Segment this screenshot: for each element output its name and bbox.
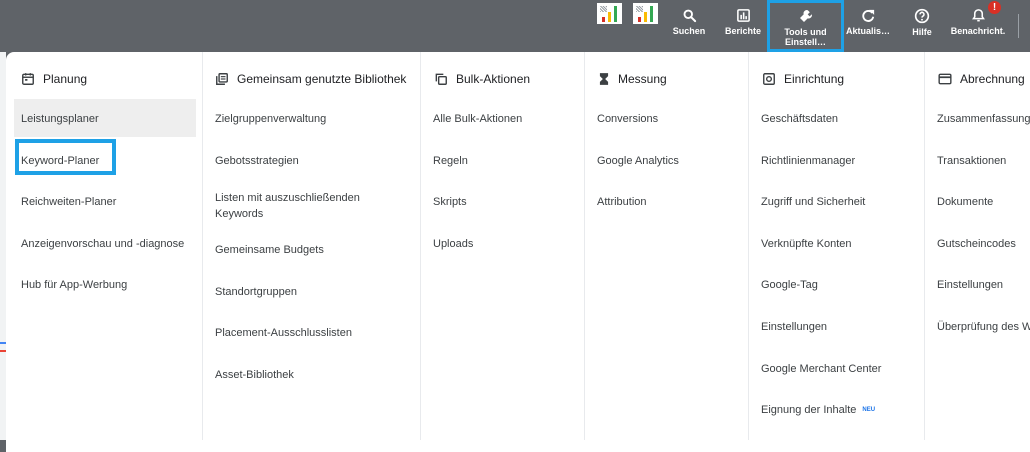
menu-item-zielgruppenverwaltung[interactable]: Zielgruppenverwaltung — [215, 111, 326, 127]
search-button[interactable]: Suchen — [668, 0, 710, 52]
score-widget-2[interactable] — [633, 3, 658, 24]
new-badge: NEU — [862, 407, 876, 413]
bar-red — [602, 17, 605, 22]
tools-label-2: Einstell… — [784, 37, 826, 47]
search-label: Suchen — [672, 26, 706, 36]
menu-column-planung: Planung Leistungsplaner Keyword-Planer R… — [6, 52, 202, 440]
menu-item-ausschluss-keywords[interactable]: Listen mit auszuschließenden Keywords — [215, 190, 385, 222]
notification-badge: ! — [988, 1, 1001, 14]
refresh-label: Aktualis… — [845, 26, 890, 36]
menu-item-zugriff-sicherheit[interactable]: Zugriff und Sicherheit — [761, 194, 865, 210]
reports-button[interactable]: Berichte — [720, 0, 766, 52]
column-header-messung: Messung — [598, 70, 667, 88]
toolbar-divider — [1018, 14, 1019, 38]
menu-column-einrichtung: Einrichtung Geschäftsdaten Richtlinienma… — [748, 52, 925, 440]
menu-column-bulk: Bulk-Aktionen Alle Bulk-Aktionen Regeln … — [420, 52, 585, 440]
menu-item-gemeinsame-budgets[interactable]: Gemeinsame Budgets — [215, 242, 324, 258]
menu-item-app-hub[interactable]: Hub für App-Werbung — [21, 277, 127, 293]
menu-column-messung: Messung Conversions Google Analytics Att… — [584, 52, 749, 440]
reports-label: Berichte — [724, 26, 761, 36]
menu-item-conversions[interactable]: Conversions — [597, 111, 658, 127]
bar-red — [638, 17, 641, 22]
column-title: Messung — [618, 72, 667, 86]
reports-icon — [736, 9, 750, 22]
help-icon — [914, 8, 930, 24]
menu-item-gebotsstrategien[interactable]: Gebotsstrategien — [215, 153, 299, 169]
column-title: Abrechnung — [960, 72, 1025, 86]
menu-item-uploads[interactable]: Uploads — [433, 236, 473, 252]
column-header-planung: Planung — [21, 70, 87, 88]
pattern-icon — [636, 6, 643, 12]
menu-item-merchant-center[interactable]: Google Merchant Center — [761, 361, 881, 377]
refresh-icon — [861, 9, 874, 22]
column-header-einrichtung: Einrichtung — [762, 70, 844, 88]
calendar-icon — [22, 73, 34, 85]
help-label: Hilfe — [912, 27, 932, 37]
wrench-icon — [799, 10, 812, 22]
help-button[interactable]: Hilfe — [904, 0, 940, 52]
menu-item-geschaeftsdaten[interactable]: Geschäftsdaten — [761, 111, 838, 127]
menu-item-reichweiten-planer[interactable]: Reichweiten-Planer — [21, 194, 116, 210]
menu-item-regeln[interactable]: Regeln — [433, 153, 468, 169]
menu-item-alle-bulk-aktionen[interactable]: Alle Bulk-Aktionen — [433, 111, 522, 127]
menu-item-richtlinienmanager[interactable]: Richtlinienmanager — [761, 153, 855, 169]
menu-item-leistungsplaner[interactable]: Leistungsplaner — [21, 111, 99, 127]
menu-item-gutscheincodes[interactable]: Gutscheincodes — [937, 236, 1016, 252]
menu-column-bibliothek: Gemeinsam genutzte Bibliothek Zielgruppe… — [202, 52, 421, 440]
bar-green — [614, 6, 617, 22]
bar-yellow — [608, 12, 611, 22]
menu-item-transaktionen[interactable]: Transaktionen — [937, 153, 1006, 169]
menu-item-dokumente[interactable]: Dokumente — [937, 194, 993, 210]
bell-icon — [971, 9, 985, 22]
menu-column-abrechnung: Abrechnung Zusammenfassung Transaktionen… — [924, 52, 1030, 440]
notifications-label: Benachricht. — [950, 26, 1006, 36]
notifications-button[interactable]: Benachricht. ! — [945, 0, 1011, 52]
credit-card-icon — [938, 73, 952, 85]
search-icon — [683, 9, 696, 23]
menu-item-eignung-inhalte[interactable]: Eignung der Inhalte NEU — [761, 402, 875, 418]
column-header-abrechnung: Abrechnung — [938, 70, 1025, 88]
refresh-button[interactable]: Aktualis… — [844, 0, 892, 52]
score-widget-1[interactable] — [597, 3, 622, 24]
menu-item-anzeigenvorschau[interactable]: Anzeigenvorschau und -diagnose — [21, 236, 184, 252]
copy-icon — [435, 73, 447, 85]
column-header-bibliothek: Gemeinsam genutzte Bibliothek — [215, 70, 406, 88]
menu-item-google-analytics[interactable]: Google Analytics — [597, 153, 679, 169]
menu-item-skripts[interactable]: Skripts — [433, 194, 467, 210]
tools-settings-button[interactable]: Tools und Einstell… — [767, 0, 844, 52]
menu-item-zusammenfassung[interactable]: Zusammenfassung — [937, 111, 1030, 127]
menu-item-asset-bibliothek[interactable]: Asset-Bibliothek — [215, 367, 294, 383]
column-title: Einrichtung — [784, 72, 845, 86]
menu-item-ueberpruefung[interactable]: Überprüfung des W — [937, 319, 1030, 335]
column-title: Bulk-Aktionen — [456, 72, 531, 86]
column-title: Gemeinsam genutzte Bibliothek — [237, 72, 407, 86]
menu-item-attribution[interactable]: Attribution — [597, 194, 647, 210]
pattern-icon — [600, 6, 607, 12]
menu-item-standortgruppen[interactable]: Standortgruppen — [215, 284, 297, 300]
column-header-bulk: Bulk-Aktionen — [434, 70, 530, 88]
menu-item-einstellungen[interactable]: Einstellungen — [761, 319, 827, 335]
tools-label-1: Tools und — [784, 27, 827, 37]
bar-yellow — [644, 12, 647, 22]
top-toolbar: Suchen Berichte Tools und Einstell… Aktu… — [0, 0, 1030, 52]
menu-item-label: Eignung der Inhalte — [761, 404, 857, 416]
settings-box-icon — [763, 73, 775, 85]
column-title: Planung — [43, 72, 88, 86]
keyword-planer-highlight-box — [15, 139, 116, 175]
hourglass-icon — [599, 73, 609, 85]
bar-green — [650, 6, 653, 22]
library-icon — [216, 73, 228, 85]
menu-item-google-tag[interactable]: Google-Tag — [761, 277, 818, 293]
menu-item-placement-ausschlusslisten[interactable]: Placement-Ausschlusslisten — [215, 325, 352, 341]
menu-item-einstellungen-abrechnung[interactable]: Einstellungen — [937, 277, 1003, 293]
menu-item-verknuepfte-konten[interactable]: Verknüpfte Konten — [761, 236, 852, 252]
